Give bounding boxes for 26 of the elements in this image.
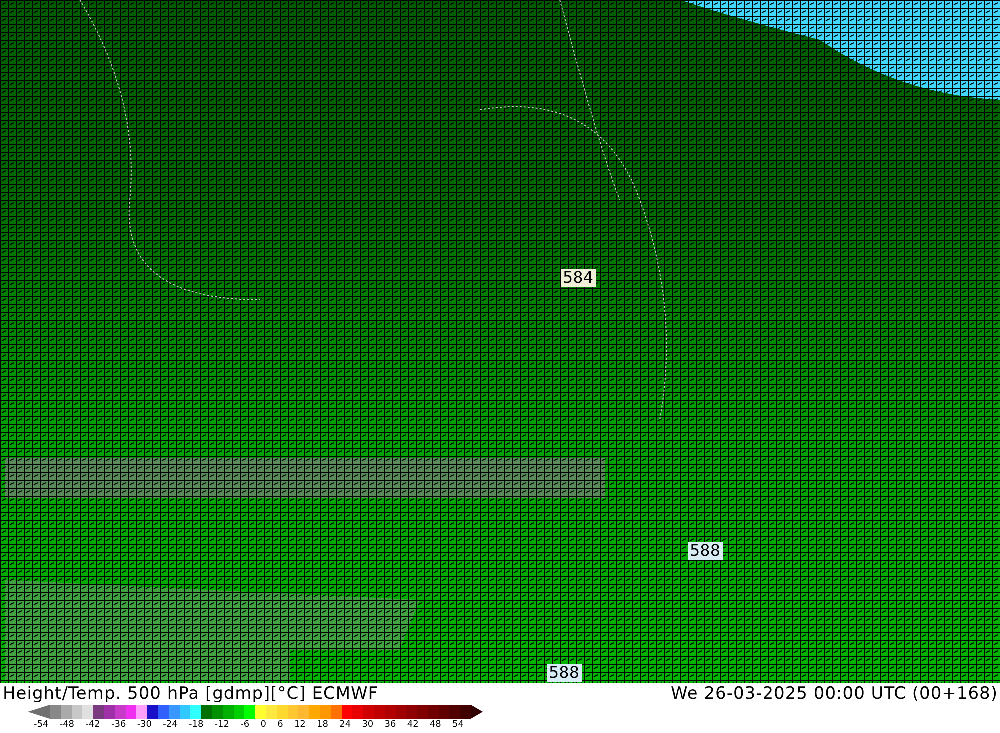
scale-label: -36	[111, 719, 126, 731]
left-arrow-icon	[28, 705, 50, 719]
contour-label: 584	[561, 269, 596, 287]
valid-time: We 26-03-2025 00:00 UTC (00+168)	[671, 684, 998, 704]
scale-label: -48	[60, 719, 75, 731]
scale-label: 42	[407, 719, 419, 731]
scale-label: -54	[34, 719, 49, 731]
scale-label: -42	[86, 719, 100, 731]
contour-label: 588	[688, 542, 723, 560]
scale-label: 30	[362, 719, 374, 731]
scale-label: 24	[340, 719, 352, 731]
contour-label: 588	[547, 664, 582, 682]
scale-label: -30	[137, 719, 152, 731]
scale-label: -24	[163, 719, 178, 731]
map-title: Height/Temp. 500 hPa [gdmp][°C] ECMWF	[3, 684, 379, 704]
scale-label: -6	[240, 719, 250, 731]
scale-label: 36	[384, 719, 396, 731]
scale-label: 6	[278, 719, 284, 731]
scale-label: 0	[260, 719, 266, 731]
scale-label: 12	[294, 719, 306, 731]
right-arrow-icon	[471, 705, 484, 719]
scale-label: -18	[188, 719, 204, 731]
scale-label: 54	[452, 719, 464, 731]
scale-label: 48	[430, 719, 442, 731]
scale-label: -12	[214, 719, 230, 731]
scale-label: 18	[317, 719, 328, 731]
